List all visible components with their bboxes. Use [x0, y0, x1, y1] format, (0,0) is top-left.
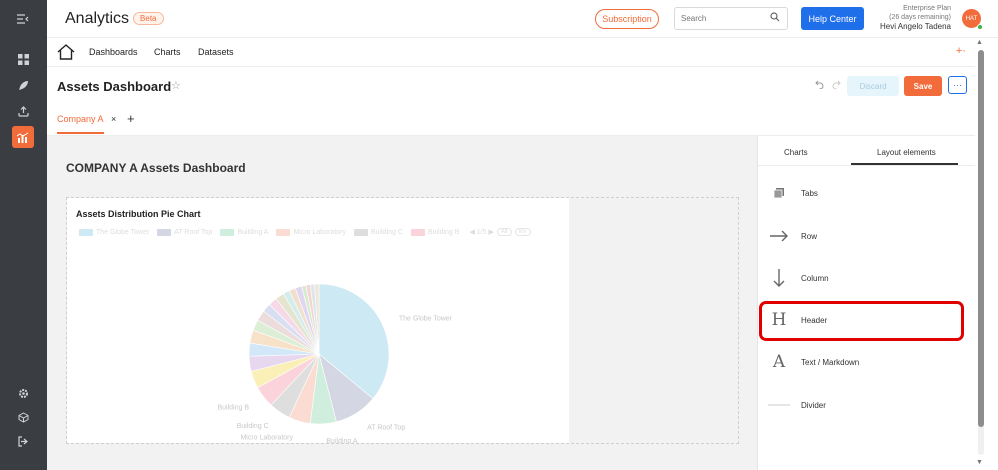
plan-remaining: (26 days remaining) — [889, 14, 951, 21]
add-new-button[interactable]: +· — [956, 45, 966, 57]
upload-icon[interactable] — [12, 100, 34, 122]
chart-drop-zone[interactable]: Assets Distribution Pie Chart The Globe … — [66, 197, 739, 444]
help-center-button[interactable]: Help Center — [801, 7, 864, 30]
tab-charts[interactable]: Charts — [784, 148, 808, 157]
layout-item-row[interactable]: Row — [768, 222, 958, 250]
pie-chart: The Globe Tower AT Roof Top Building A Micr… — [218, 283, 453, 443]
header-item-highlight — [759, 301, 964, 341]
dashboard-grid-icon[interactable] — [12, 48, 34, 70]
layout-item-label: Text / Markdown — [801, 357, 860, 367]
rocket-icon[interactable] — [12, 74, 34, 96]
slice-label: Building C — [237, 423, 269, 430]
slice-label: AT Roof Top — [367, 425, 405, 432]
arrow-down-icon — [768, 267, 790, 289]
cube-icon[interactable] — [12, 406, 34, 428]
chart-icon[interactable] — [12, 126, 34, 148]
dashboard-header[interactable]: COMPANY A Assets Dashboard — [66, 161, 246, 175]
dashboard-tabs: Company A × + — [47, 106, 978, 136]
plan-name: Enterprise Plan — [903, 5, 951, 12]
nav-charts[interactable]: Charts — [154, 47, 181, 57]
layout-item-label: Column — [801, 273, 829, 283]
nav-bar: Dashboards Charts Datasets +· — [47, 38, 998, 67]
app-brand[interactable]: Analytics Beta — [65, 10, 164, 28]
arrow-right-icon — [768, 225, 790, 247]
subscription-button[interactable]: Subscription — [595, 9, 659, 29]
layout-item-label: Row — [801, 231, 818, 241]
left-rail — [0, 0, 47, 470]
search-icon[interactable] — [770, 12, 780, 25]
user-name: Hevi Angelo Tadena — [879, 22, 951, 31]
title-row: Assets Dashboard ☆ Discard Save ··· — [47, 67, 978, 106]
text-a-icon: A — [772, 352, 786, 372]
top-bar: AnalyticsBeta Subscription Help Center E… — [47, 0, 998, 38]
slice-label: The Globe Tower — [399, 315, 453, 322]
dashboard-canvas: COMPANY A Assets Dashboard Assets Distri… — [47, 136, 757, 470]
scroll-down-icon[interactable]: ▼ — [976, 459, 983, 466]
tab-close-icon[interactable]: × — [111, 114, 116, 124]
settings-icon[interactable] — [12, 382, 34, 404]
save-button[interactable]: Save — [904, 76, 942, 96]
slice-label: Building B — [218, 405, 250, 412]
slice-label: Building A — [326, 438, 357, 443]
app-title: Analytics — [65, 10, 130, 27]
layout-item-text-markdown[interactable]: A Text / Markdown — [768, 348, 958, 376]
beta-badge: Beta — [133, 12, 164, 25]
undo-icon[interactable] — [815, 80, 824, 92]
more-options-button[interactable]: ··· — [948, 76, 967, 94]
layout-item-label: Tabs — [801, 188, 818, 198]
layout-item-tabs[interactable]: Tabs — [768, 179, 958, 207]
scroll-thumb[interactable] — [978, 50, 984, 427]
page-scrollbar[interactable]: ▲ ▼ — [975, 38, 998, 470]
slice-label: Micro Laboratory — [240, 435, 293, 442]
pie-chart-card[interactable]: Assets Distribution Pie Chart The Globe … — [67, 198, 569, 443]
discard-button[interactable]: Discard — [847, 76, 899, 96]
nav-datasets[interactable]: Datasets — [198, 47, 234, 57]
divider-icon — [768, 394, 790, 416]
tab-company-a[interactable]: Company A — [57, 114, 104, 134]
scroll-up-icon[interactable]: ▲ — [976, 39, 983, 46]
search-input[interactable] — [681, 8, 769, 29]
tab-layout-elements[interactable]: Layout elements — [877, 148, 936, 157]
nav-dashboards[interactable]: Dashboards — [89, 47, 138, 57]
app-root: AnalyticsBeta Subscription Help Center E… — [0, 0, 998, 470]
page-title: Assets Dashboard — [57, 79, 172, 94]
add-tab-button[interactable]: + — [127, 111, 135, 126]
collapse-icon[interactable] — [12, 8, 34, 30]
layout-item-divider[interactable]: Divider — [768, 391, 958, 419]
redo-icon[interactable] — [832, 80, 841, 92]
panel-divider — [758, 165, 976, 166]
tabs-icon — [768, 182, 790, 204]
layout-item-column[interactable]: Column — [768, 264, 958, 292]
layout-item-label: Divider — [801, 400, 826, 410]
logout-icon[interactable] — [12, 430, 34, 452]
home-icon[interactable] — [57, 43, 75, 61]
search-box — [674, 7, 788, 30]
plan-info: Enterprise Plan (26 days remaining) Hevi… — [880, 4, 951, 31]
online-status-dot — [977, 24, 983, 30]
favorite-star-icon[interactable]: ☆ — [171, 79, 181, 92]
